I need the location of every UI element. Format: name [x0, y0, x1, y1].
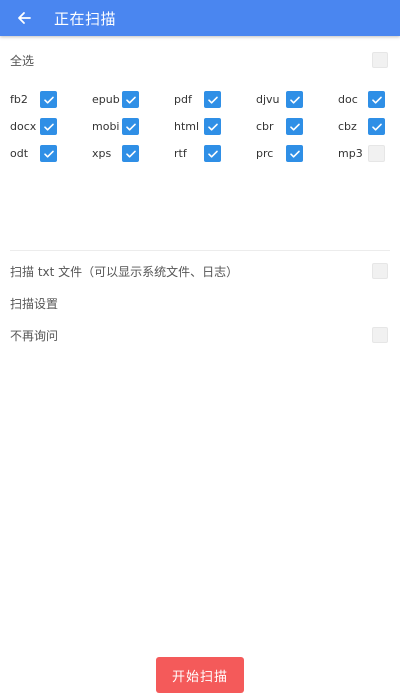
checkmark-icon — [125, 96, 136, 104]
format-checkbox-prc[interactable] — [286, 145, 303, 162]
format-label: fb2 — [10, 93, 28, 106]
format-checkbox-odt[interactable] — [40, 145, 57, 162]
format-label: cbr — [256, 120, 274, 133]
checkmark-icon — [43, 123, 54, 131]
format-checkbox-xps[interactable] — [122, 145, 139, 162]
format-item-html[interactable]: html — [174, 113, 256, 140]
scan-txt-row[interactable]: 扫描 txt 文件（可以显示系统文件、日志） — [10, 262, 388, 280]
start-scan-button[interactable]: 开始扫描 — [156, 657, 244, 693]
format-checkbox-mp3[interactable] — [368, 145, 385, 162]
select-all-row[interactable]: 全选 — [10, 51, 388, 69]
checkmark-icon — [289, 96, 300, 104]
checkmark-icon — [289, 150, 300, 158]
format-item-epub[interactable]: epub — [92, 86, 174, 113]
format-checkbox-rtf[interactable] — [204, 145, 221, 162]
format-label: docx — [10, 120, 37, 133]
format-checkbox-djvu[interactable] — [286, 91, 303, 108]
format-label: xps — [92, 147, 112, 160]
no-ask-row[interactable]: 不再询问 — [10, 326, 388, 344]
scan-settings-label: 扫描设置 — [10, 296, 59, 311]
select-all-label: 全选 — [10, 53, 35, 68]
format-checkbox-doc[interactable] — [368, 91, 385, 108]
format-checkbox-html[interactable] — [204, 118, 221, 135]
format-label: odt — [10, 147, 29, 160]
page-title: 正在扫描 — [54, 9, 117, 28]
scan-txt-checkbox[interactable] — [372, 263, 388, 279]
format-checkbox-pdf[interactable] — [204, 91, 221, 108]
checkmark-icon — [43, 150, 54, 158]
format-item-djvu[interactable]: djvu — [256, 86, 338, 113]
checkmark-icon — [125, 123, 136, 131]
format-item-pdf[interactable]: pdf — [174, 86, 256, 113]
scan-txt-label: 扫描 txt 文件（可以显示系统文件、日志） — [10, 264, 239, 279]
format-checkbox-fb2[interactable] — [40, 91, 57, 108]
format-item-cbr[interactable]: cbr — [256, 113, 338, 140]
format-checkbox-epub[interactable] — [122, 91, 139, 108]
format-checkbox-docx[interactable] — [40, 118, 57, 135]
app-bar: 正在扫描 — [0, 0, 400, 36]
format-item-fb2[interactable]: fb2 — [10, 86, 92, 113]
format-grid: fb2 epub pdf djvu doc docx mobi html cbr cbz odt xp… — [10, 86, 390, 167]
checkmark-icon — [125, 150, 136, 158]
format-label: pdf — [174, 93, 192, 106]
format-item-rtf[interactable]: rtf — [174, 140, 256, 167]
format-checkbox-cbz[interactable] — [368, 118, 385, 135]
format-label: mobi — [92, 120, 120, 133]
format-item-docx[interactable]: docx — [10, 113, 92, 140]
checkmark-icon — [289, 123, 300, 131]
checkmark-icon — [207, 150, 218, 158]
format-item-prc[interactable]: prc — [256, 140, 338, 167]
format-item-mobi[interactable]: mobi — [92, 113, 174, 140]
format-item-odt[interactable]: odt — [10, 140, 92, 167]
checkmark-icon — [207, 123, 218, 131]
select-all-checkbox[interactable] — [372, 52, 388, 68]
format-item-xps[interactable]: xps — [92, 140, 174, 167]
format-checkbox-mobi[interactable] — [122, 118, 139, 135]
format-item-mp3[interactable]: mp3 — [338, 140, 400, 167]
divider — [10, 250, 390, 251]
format-label: html — [174, 120, 200, 133]
checkmark-icon — [207, 96, 218, 104]
checkmark-icon — [371, 123, 382, 131]
format-item-doc[interactable]: doc — [338, 86, 400, 113]
format-label: doc — [338, 93, 358, 106]
format-label: mp3 — [338, 147, 363, 160]
no-ask-label: 不再询问 — [10, 328, 59, 343]
format-item-cbz[interactable]: cbz — [338, 113, 400, 140]
format-label: cbz — [338, 120, 357, 133]
checkmark-icon — [43, 96, 54, 104]
format-checkbox-cbr[interactable] — [286, 118, 303, 135]
format-label: epub — [92, 93, 120, 106]
checkmark-icon — [371, 96, 382, 104]
format-label: prc — [256, 147, 274, 160]
back-arrow-icon[interactable] — [14, 8, 34, 28]
format-label: djvu — [256, 93, 280, 106]
scan-settings-row[interactable]: 扫描设置 — [10, 294, 388, 312]
no-ask-checkbox[interactable] — [372, 327, 388, 343]
format-label: rtf — [174, 147, 187, 160]
